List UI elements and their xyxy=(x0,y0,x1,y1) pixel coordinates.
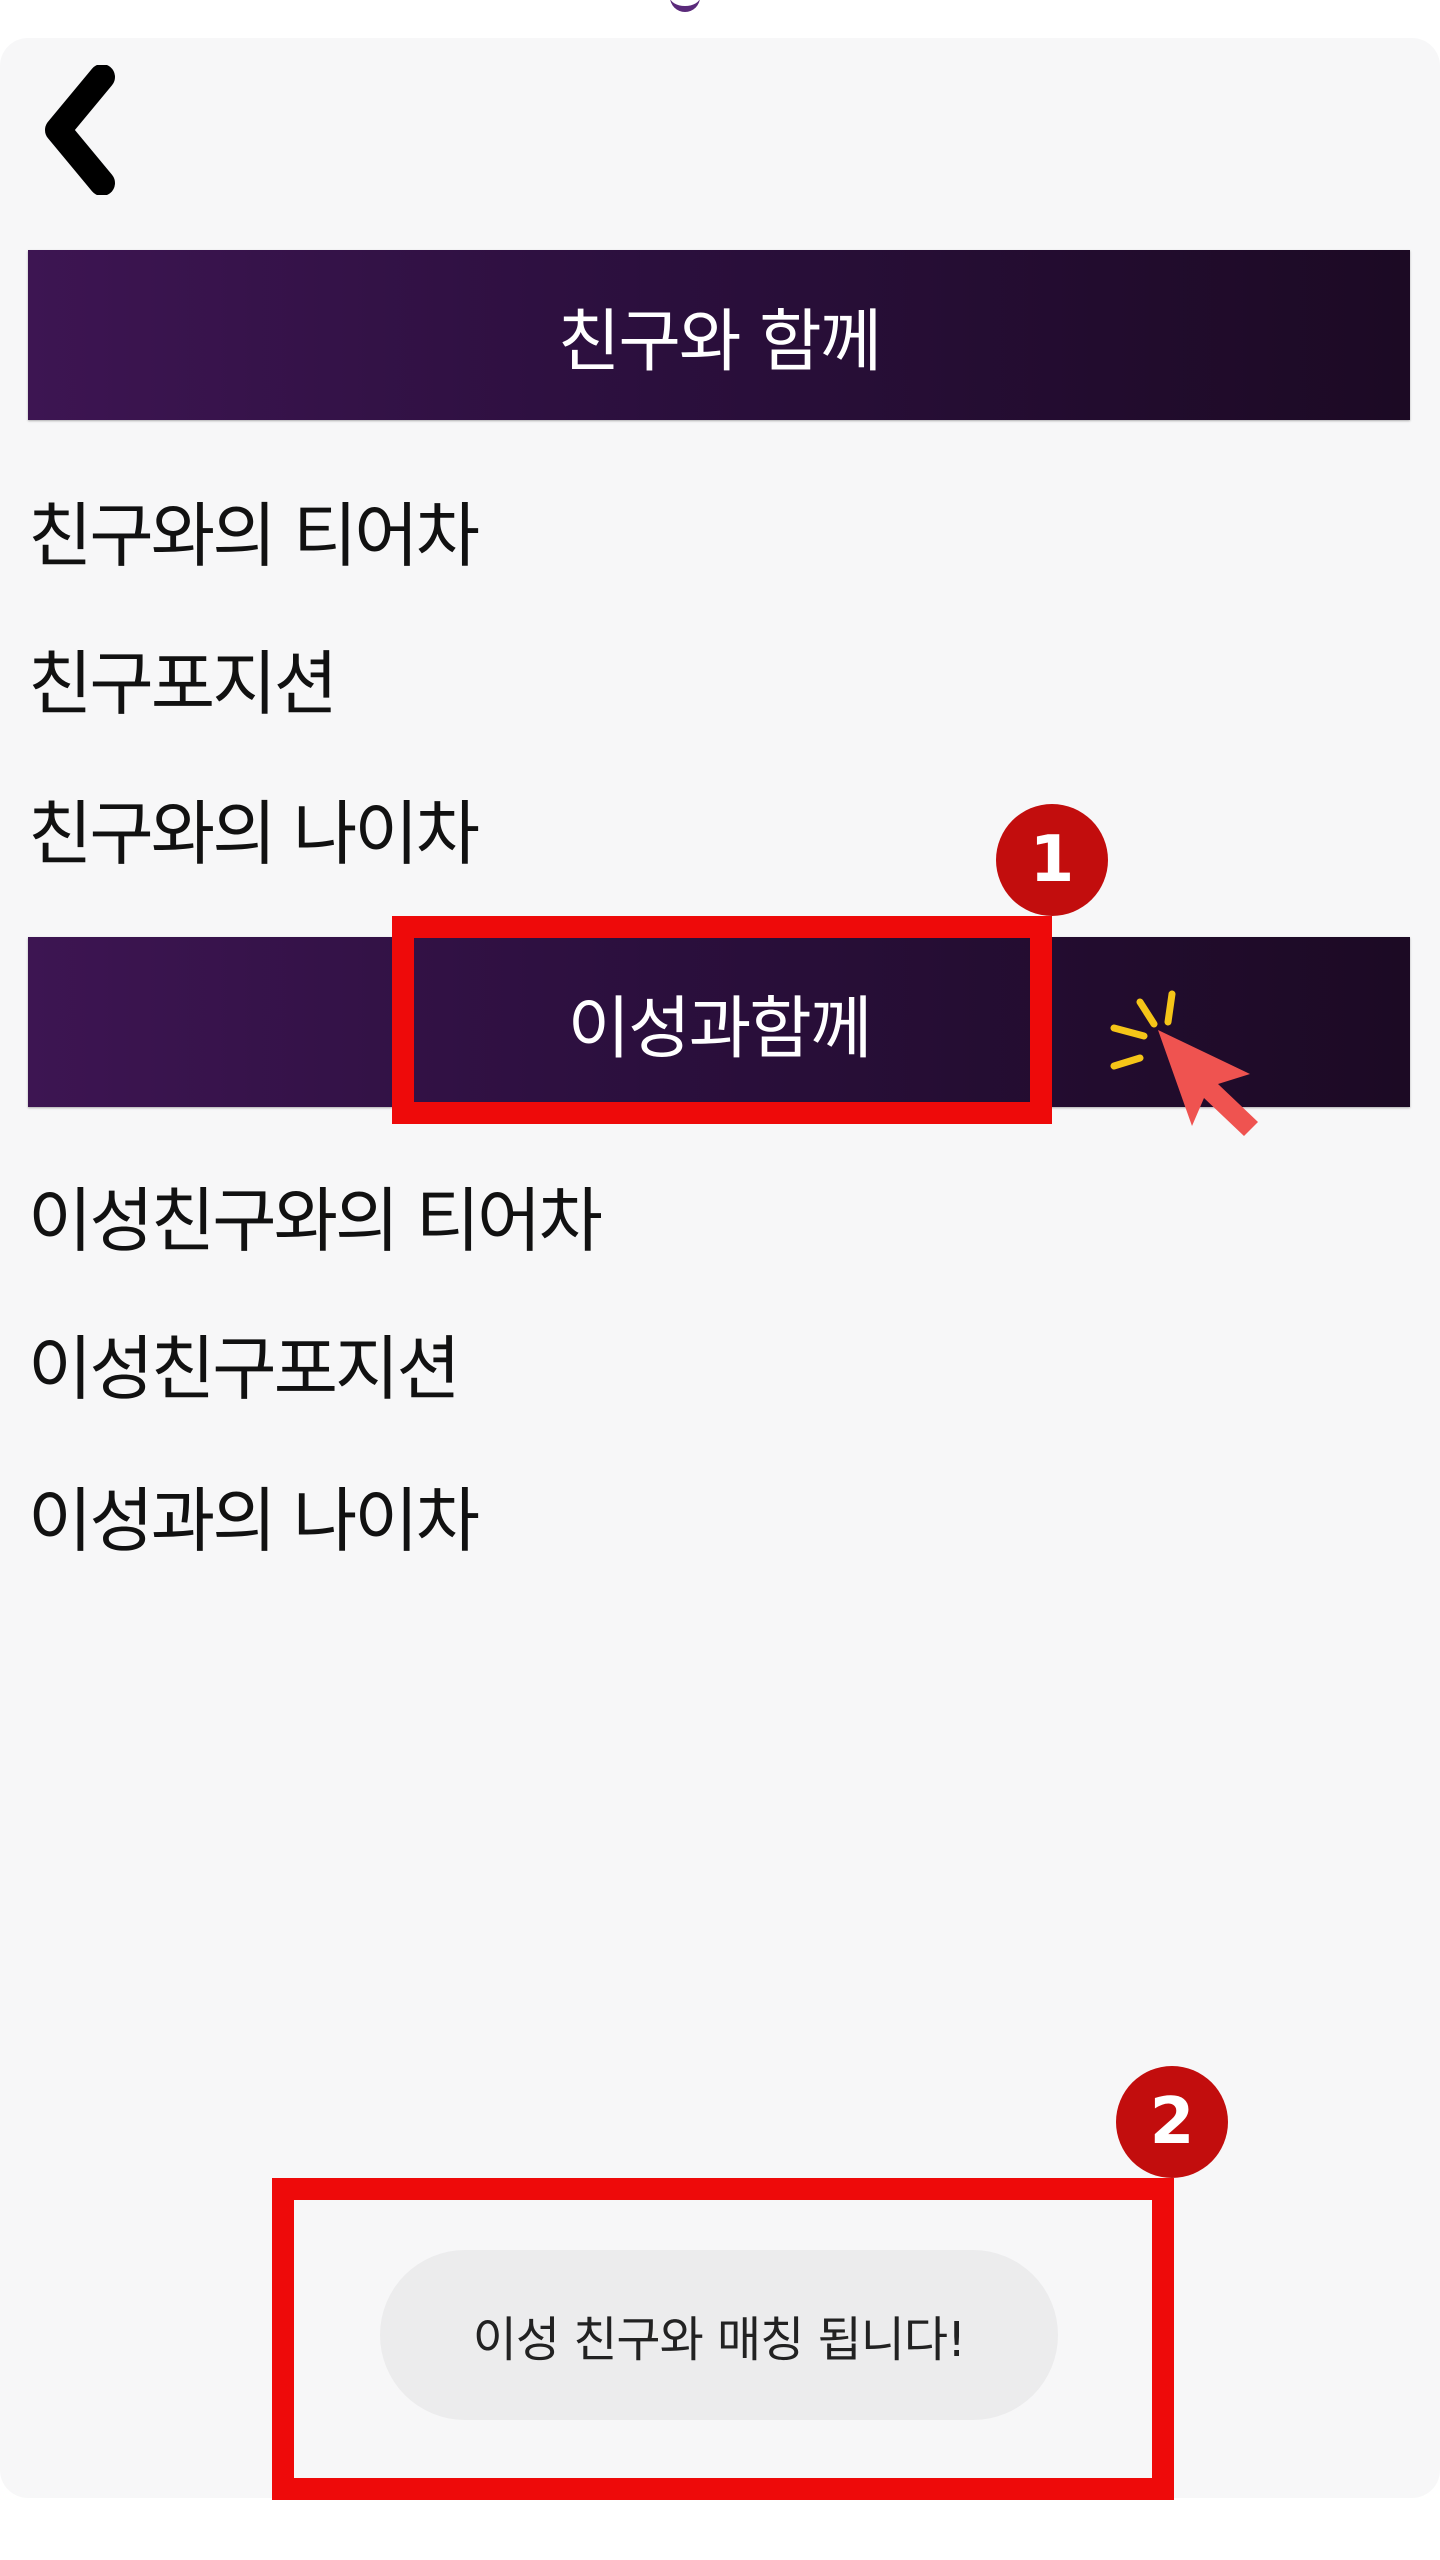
toast-message: 이성 친구와 매칭 됩니다! xyxy=(380,2250,1058,2420)
step-badge-1: 1 xyxy=(996,804,1108,916)
section-header-with-friends[interactable]: 친구와 함께 xyxy=(28,250,1410,420)
menu-item-friend-position[interactable]: 친구포지션 xyxy=(28,628,338,729)
menu-item-friend-age-gap[interactable]: 친구와의 나이차 xyxy=(28,778,480,879)
menu-item-opposite-position[interactable]: 이성친구포지션 xyxy=(28,1313,461,1414)
menu-item-opposite-tier-gap[interactable]: 이성친구와의 티어차 xyxy=(28,1165,603,1266)
menu-item-opposite-age-gap[interactable]: 이성과의 나이차 xyxy=(28,1465,480,1566)
section-title: 친구와 함께 xyxy=(557,302,882,382)
menu-item-friend-tier-gap[interactable]: 친구와의 티어차 xyxy=(28,480,480,581)
step-badge-2: 2 xyxy=(1116,2066,1228,2178)
pointer-click-icon xyxy=(1110,990,1258,1136)
back-button[interactable] xyxy=(26,60,136,200)
top-decoration xyxy=(670,0,700,12)
toast-text: 이성 친구와 매칭 됩니다! xyxy=(472,2312,967,2368)
highlight-box-step-1 xyxy=(392,916,1052,1124)
chevron-left-icon xyxy=(45,65,115,195)
